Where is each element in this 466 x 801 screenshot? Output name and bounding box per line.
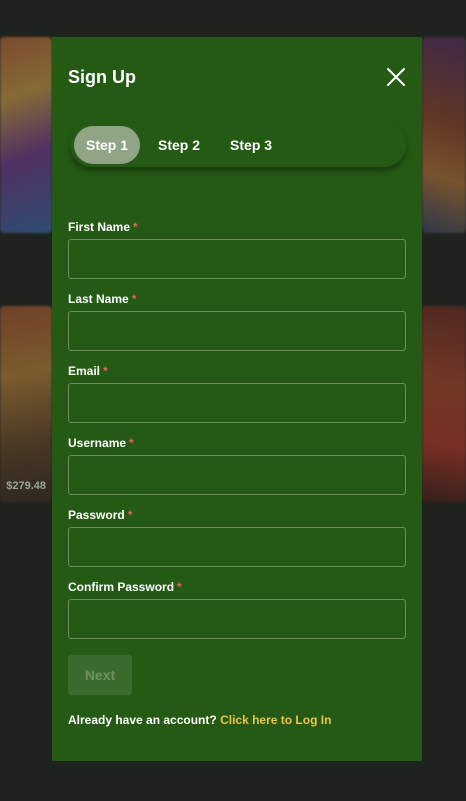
email-label: Email * [68, 364, 108, 378]
next-button[interactable]: Next [68, 655, 132, 695]
required-marker: * [131, 292, 137, 306]
confirm-password-label-text: Confirm Password [68, 580, 175, 594]
confirm-password-label: Confirm Password * [68, 580, 182, 594]
background-game-tile [422, 37, 466, 233]
modal-title: Sign Up [68, 67, 136, 87]
password-field[interactable] [68, 527, 406, 567]
login-link[interactable]: Click here to Log In [220, 713, 331, 727]
login-prompt-text: Already have an account? [68, 713, 217, 727]
required-marker: * [177, 580, 182, 594]
background-game-tile [0, 37, 52, 233]
close-button[interactable] [386, 67, 406, 87]
password-label-text: Password [68, 508, 125, 522]
first-name-label: First Name * [68, 220, 138, 234]
password-label: Password * [68, 508, 132, 522]
username-label: Username * [68, 436, 134, 450]
last-name-field[interactable] [68, 311, 406, 351]
username-label-text: Username [68, 436, 127, 450]
username-field[interactable] [68, 455, 406, 495]
required-marker: * [103, 364, 108, 378]
tab-step-2[interactable]: Step 2 [146, 126, 212, 164]
first-name-field[interactable] [68, 239, 406, 279]
close-icon [387, 68, 405, 86]
background-game-tile [422, 306, 466, 502]
tab-step-1[interactable]: Step 1 [74, 126, 141, 164]
last-name-label-text: Last Name [68, 292, 129, 306]
background-jackpot-amount: $279.48 [6, 480, 46, 492]
confirm-password-field[interactable] [68, 599, 406, 639]
required-marker: * [127, 508, 133, 522]
signup-modal: Sign Up Step 1 Step 2 Step 3 First Name *… [52, 37, 422, 761]
step-tabs: Step 1 Step 2 Step 3 [70, 123, 406, 167]
required-marker: * [133, 220, 138, 234]
last-name-label: Last Name * [68, 292, 136, 306]
required-marker: * [129, 436, 134, 450]
first-name-label-text: First Name [68, 220, 131, 234]
email-label-text: Email [68, 364, 101, 378]
login-prompt: Already have an account? Click here to L… [68, 713, 331, 727]
tab-step-3[interactable]: Step 3 [218, 126, 284, 164]
email-field[interactable] [68, 383, 406, 423]
background-game-tile [0, 306, 52, 502]
